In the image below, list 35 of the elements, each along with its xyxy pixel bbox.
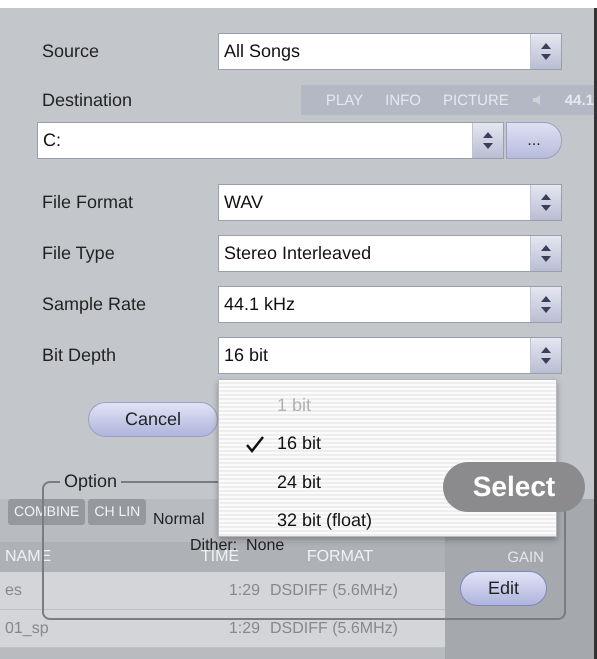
field-label: Bit Depth (42, 345, 118, 366)
table-cell-text: DSDIFF (5.6MHz) (269, 620, 399, 638)
dropdown-field[interactable]: 44.1 kHz (218, 286, 562, 323)
field-label: File Format (42, 192, 134, 213)
stepper-icon[interactable] (472, 123, 503, 158)
path-field[interactable]: C: (37, 122, 504, 159)
menu-item[interactable]: 16 bit (219, 424, 556, 463)
table-cell-text: 01_sp (4, 620, 50, 638)
dropdown-field[interactable]: Stereo Interleaved (218, 235, 562, 272)
side-label: GAIN (507, 549, 544, 566)
select-tooltip: Select (443, 462, 585, 512)
mode-text: Normal (153, 511, 205, 529)
speaker-icon (530, 94, 543, 106)
group-title: Option (60, 471, 122, 492)
table-cell-text: 1:29 (228, 582, 261, 600)
field-label: Source (42, 41, 100, 62)
stepper-icon[interactable] (530, 34, 561, 69)
table-cell-text: 1:29 (228, 620, 261, 638)
field-label: Destination (42, 90, 134, 110)
browse-button[interactable]: ... (506, 122, 562, 159)
dropdown-field[interactable]: All Songs (218, 33, 562, 70)
stepper-icon[interactable] (530, 236, 561, 271)
cancel-button[interactable]: Cancel (88, 402, 218, 437)
stepper-icon[interactable] (530, 185, 561, 220)
dropdown-field[interactable]: WAV (218, 184, 562, 221)
field-label: Sample Rate (42, 294, 148, 315)
column-header: FORMAT (306, 548, 374, 566)
dropdown-field[interactable]: 16 bit (218, 337, 562, 374)
table-cell-text: DSDIFF (5.6MHz) (269, 582, 399, 600)
stepper-icon[interactable] (530, 338, 561, 373)
edit-button[interactable]: Edit (460, 571, 547, 606)
field-label: File Type (42, 243, 116, 264)
checkmark-icon (245, 434, 265, 453)
table-cell-text: es (4, 582, 23, 600)
stepper-icon[interactable] (530, 287, 561, 322)
